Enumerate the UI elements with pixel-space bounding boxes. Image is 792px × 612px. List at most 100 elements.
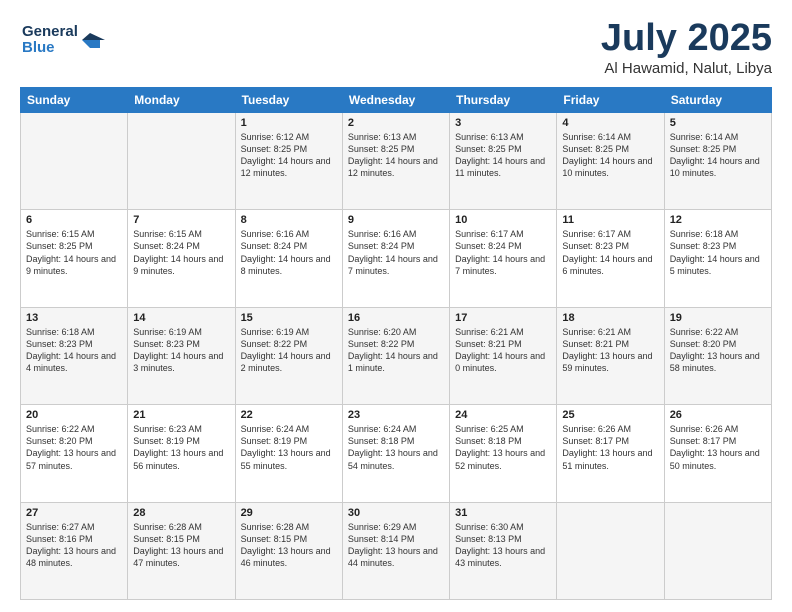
- month-title: July 2025: [601, 18, 772, 60]
- calendar-cell: 30Sunrise: 6:29 AM Sunset: 8:14 PM Dayli…: [342, 502, 449, 599]
- day-number: 6: [26, 214, 122, 226]
- col-saturday: Saturday: [664, 87, 771, 112]
- day-number: 16: [348, 312, 444, 324]
- cell-info: Sunrise: 6:12 AM Sunset: 8:25 PM Dayligh…: [241, 131, 337, 180]
- calendar-cell: 23Sunrise: 6:24 AM Sunset: 8:18 PM Dayli…: [342, 405, 449, 502]
- day-number: 8: [241, 214, 337, 226]
- calendar-cell: 7Sunrise: 6:15 AM Sunset: 8:24 PM Daylig…: [128, 210, 235, 307]
- calendar-cell: 29 Sunrise: 6:28 AM Sunset: 8:15 PM Dayli…: [235, 502, 342, 599]
- cell-info: Sunrise: 6:25 AM Sunset: 8:18 PM Dayligh…: [455, 423, 551, 472]
- cell-info: Sunrise: 6:30 AM Sunset: 8:13 PM Dayligh…: [455, 521, 551, 570]
- calendar-cell: 11 Sunrise: 6:17 AM Sunset: 8:23 PM Dayli…: [557, 210, 664, 307]
- calendar-cell: 27 Sunrise: 6:27 AM Sunset: 8:16 PM Dayli…: [21, 502, 128, 599]
- day-number: 12: [670, 214, 766, 226]
- calendar-cell: 31Sunrise: 6:30 AM Sunset: 8:13 PM Dayli…: [450, 502, 557, 599]
- calendar-cell: 15 Sunrise: 6:19 AM Sunset: 8:22 PM Dayli…: [235, 307, 342, 404]
- location: Al Hawamid, Nalut, Libya: [601, 60, 772, 77]
- day-number: 9: [348, 214, 444, 226]
- calendar-week-5: 27 Sunrise: 6:27 AM Sunset: 8:16 PM Dayli…: [21, 502, 772, 599]
- cell-info: Sunrise: 6:26 AM Sunset: 8:17 PM Dayligh…: [670, 423, 766, 472]
- day-number: 11: [562, 214, 658, 226]
- calendar-cell: 14 Sunrise: 6:19 AM Sunset: 8:23 PM Dayli…: [128, 307, 235, 404]
- calendar-cell: 3Sunrise: 6:13 AM Sunset: 8:25 PM Daylig…: [450, 112, 557, 209]
- cell-info: Sunrise: 6:18 AM Sunset: 8:23 PM Dayligh…: [26, 326, 122, 375]
- day-number: 13: [26, 312, 122, 324]
- logo: General Blue: [20, 18, 110, 58]
- cell-info: Sunrise: 6:16 AM Sunset: 8:24 PM Dayligh…: [348, 228, 444, 277]
- day-number: 20: [26, 409, 122, 421]
- calendar-cell: 22Sunrise: 6:24 AM Sunset: 8:19 PM Dayli…: [235, 405, 342, 502]
- day-number: 10: [455, 214, 551, 226]
- calendar-cell: 9 Sunrise: 6:16 AM Sunset: 8:24 PM Daylig…: [342, 210, 449, 307]
- day-number: 1: [241, 117, 337, 129]
- col-sunday: Sunday: [21, 87, 128, 112]
- day-number: 26: [670, 409, 766, 421]
- cell-info: Sunrise: 6:28 AM Sunset: 8:15 PM Dayligh…: [133, 521, 229, 570]
- day-number: 15: [241, 312, 337, 324]
- calendar-week-1: 1 Sunrise: 6:12 AM Sunset: 8:25 PM Daylig…: [21, 112, 772, 209]
- col-wednesday: Wednesday: [342, 87, 449, 112]
- cell-info: Sunrise: 6:19 AM Sunset: 8:23 PM Dayligh…: [133, 326, 229, 375]
- calendar-cell: 1 Sunrise: 6:12 AM Sunset: 8:25 PM Daylig…: [235, 112, 342, 209]
- header: General Blue July 2025 Al Hawamid, Nalut…: [20, 18, 772, 77]
- day-number: 19: [670, 312, 766, 324]
- day-number: 24: [455, 409, 551, 421]
- cell-info: Sunrise: 6:29 AM Sunset: 8:14 PM Dayligh…: [348, 521, 444, 570]
- cell-info: Sunrise: 6:13 AM Sunset: 8:25 PM Dayligh…: [455, 131, 551, 180]
- calendar-week-4: 20 Sunrise: 6:22 AM Sunset: 8:20 PM Dayli…: [21, 405, 772, 502]
- calendar-cell: 19 Sunrise: 6:22 AM Sunset: 8:20 PM Dayli…: [664, 307, 771, 404]
- day-number: 25: [562, 409, 658, 421]
- page: General Blue July 2025 Al Hawamid, Nalut…: [0, 0, 792, 612]
- cell-info: Sunrise: 6:22 AM Sunset: 8:20 PM Dayligh…: [26, 423, 122, 472]
- calendar-cell: 24 Sunrise: 6:25 AM Sunset: 8:18 PM Dayli…: [450, 405, 557, 502]
- calendar-body: 1 Sunrise: 6:12 AM Sunset: 8:25 PM Daylig…: [21, 112, 772, 599]
- day-number: 18: [562, 312, 658, 324]
- cell-info: Sunrise: 6:23 AM Sunset: 8:19 PM Dayligh…: [133, 423, 229, 472]
- cell-info: Sunrise: 6:14 AM Sunset: 8:25 PM Dayligh…: [562, 131, 658, 180]
- calendar-header: Sunday Monday Tuesday Wednesday Thursday…: [21, 87, 772, 112]
- day-number: 14: [133, 312, 229, 324]
- cell-info: Sunrise: 6:24 AM Sunset: 8:18 PM Dayligh…: [348, 423, 444, 472]
- calendar-cell: 12Sunrise: 6:18 AM Sunset: 8:23 PM Dayli…: [664, 210, 771, 307]
- cell-info: Sunrise: 6:27 AM Sunset: 8:16 PM Dayligh…: [26, 521, 122, 570]
- calendar-cell: 8 Sunrise: 6:16 AM Sunset: 8:24 PM Daylig…: [235, 210, 342, 307]
- cell-info: Sunrise: 6:17 AM Sunset: 8:23 PM Dayligh…: [562, 228, 658, 277]
- day-number: 29: [241, 507, 337, 519]
- calendar-cell: [21, 112, 128, 209]
- svg-text:General: General: [22, 23, 78, 40]
- calendar-cell: 4 Sunrise: 6:14 AM Sunset: 8:25 PM Daylig…: [557, 112, 664, 209]
- calendar-table: Sunday Monday Tuesday Wednesday Thursday…: [20, 87, 772, 600]
- day-number: 21: [133, 409, 229, 421]
- cell-info: Sunrise: 6:19 AM Sunset: 8:22 PM Dayligh…: [241, 326, 337, 375]
- calendar-cell: 16 Sunrise: 6:20 AM Sunset: 8:22 PM Dayli…: [342, 307, 449, 404]
- cell-info: Sunrise: 6:13 AM Sunset: 8:25 PM Dayligh…: [348, 131, 444, 180]
- cell-info: Sunrise: 6:17 AM Sunset: 8:24 PM Dayligh…: [455, 228, 551, 277]
- calendar-week-2: 6Sunrise: 6:15 AM Sunset: 8:25 PM Daylig…: [21, 210, 772, 307]
- col-friday: Friday: [557, 87, 664, 112]
- cell-info: Sunrise: 6:22 AM Sunset: 8:20 PM Dayligh…: [670, 326, 766, 375]
- day-number: 2: [348, 117, 444, 129]
- cell-info: Sunrise: 6:20 AM Sunset: 8:22 PM Dayligh…: [348, 326, 444, 375]
- calendar-cell: 17Sunrise: 6:21 AM Sunset: 8:21 PM Dayli…: [450, 307, 557, 404]
- calendar-cell: 20 Sunrise: 6:22 AM Sunset: 8:20 PM Dayli…: [21, 405, 128, 502]
- day-number: 4: [562, 117, 658, 129]
- day-number: 28: [133, 507, 229, 519]
- col-monday: Monday: [128, 87, 235, 112]
- col-tuesday: Tuesday: [235, 87, 342, 112]
- cell-info: Sunrise: 6:21 AM Sunset: 8:21 PM Dayligh…: [562, 326, 658, 375]
- cell-info: Sunrise: 6:15 AM Sunset: 8:24 PM Dayligh…: [133, 228, 229, 277]
- calendar-cell: [128, 112, 235, 209]
- calendar-cell: 21 Sunrise: 6:23 AM Sunset: 8:19 PM Dayli…: [128, 405, 235, 502]
- calendar-week-3: 13 Sunrise: 6:18 AM Sunset: 8:23 PM Dayli…: [21, 307, 772, 404]
- day-number: 27: [26, 507, 122, 519]
- cell-info: Sunrise: 6:16 AM Sunset: 8:24 PM Dayligh…: [241, 228, 337, 277]
- cell-info: Sunrise: 6:28 AM Sunset: 8:15 PM Dayligh…: [241, 521, 337, 570]
- day-number: 5: [670, 117, 766, 129]
- logo-svg: General Blue: [20, 18, 110, 58]
- col-thursday: Thursday: [450, 87, 557, 112]
- title-block: July 2025 Al Hawamid, Nalut, Libya: [601, 18, 772, 77]
- calendar-cell: [664, 502, 771, 599]
- svg-text:Blue: Blue: [22, 39, 55, 56]
- calendar-cell: 18 Sunrise: 6:21 AM Sunset: 8:21 PM Dayli…: [557, 307, 664, 404]
- cell-info: Sunrise: 6:21 AM Sunset: 8:21 PM Dayligh…: [455, 326, 551, 375]
